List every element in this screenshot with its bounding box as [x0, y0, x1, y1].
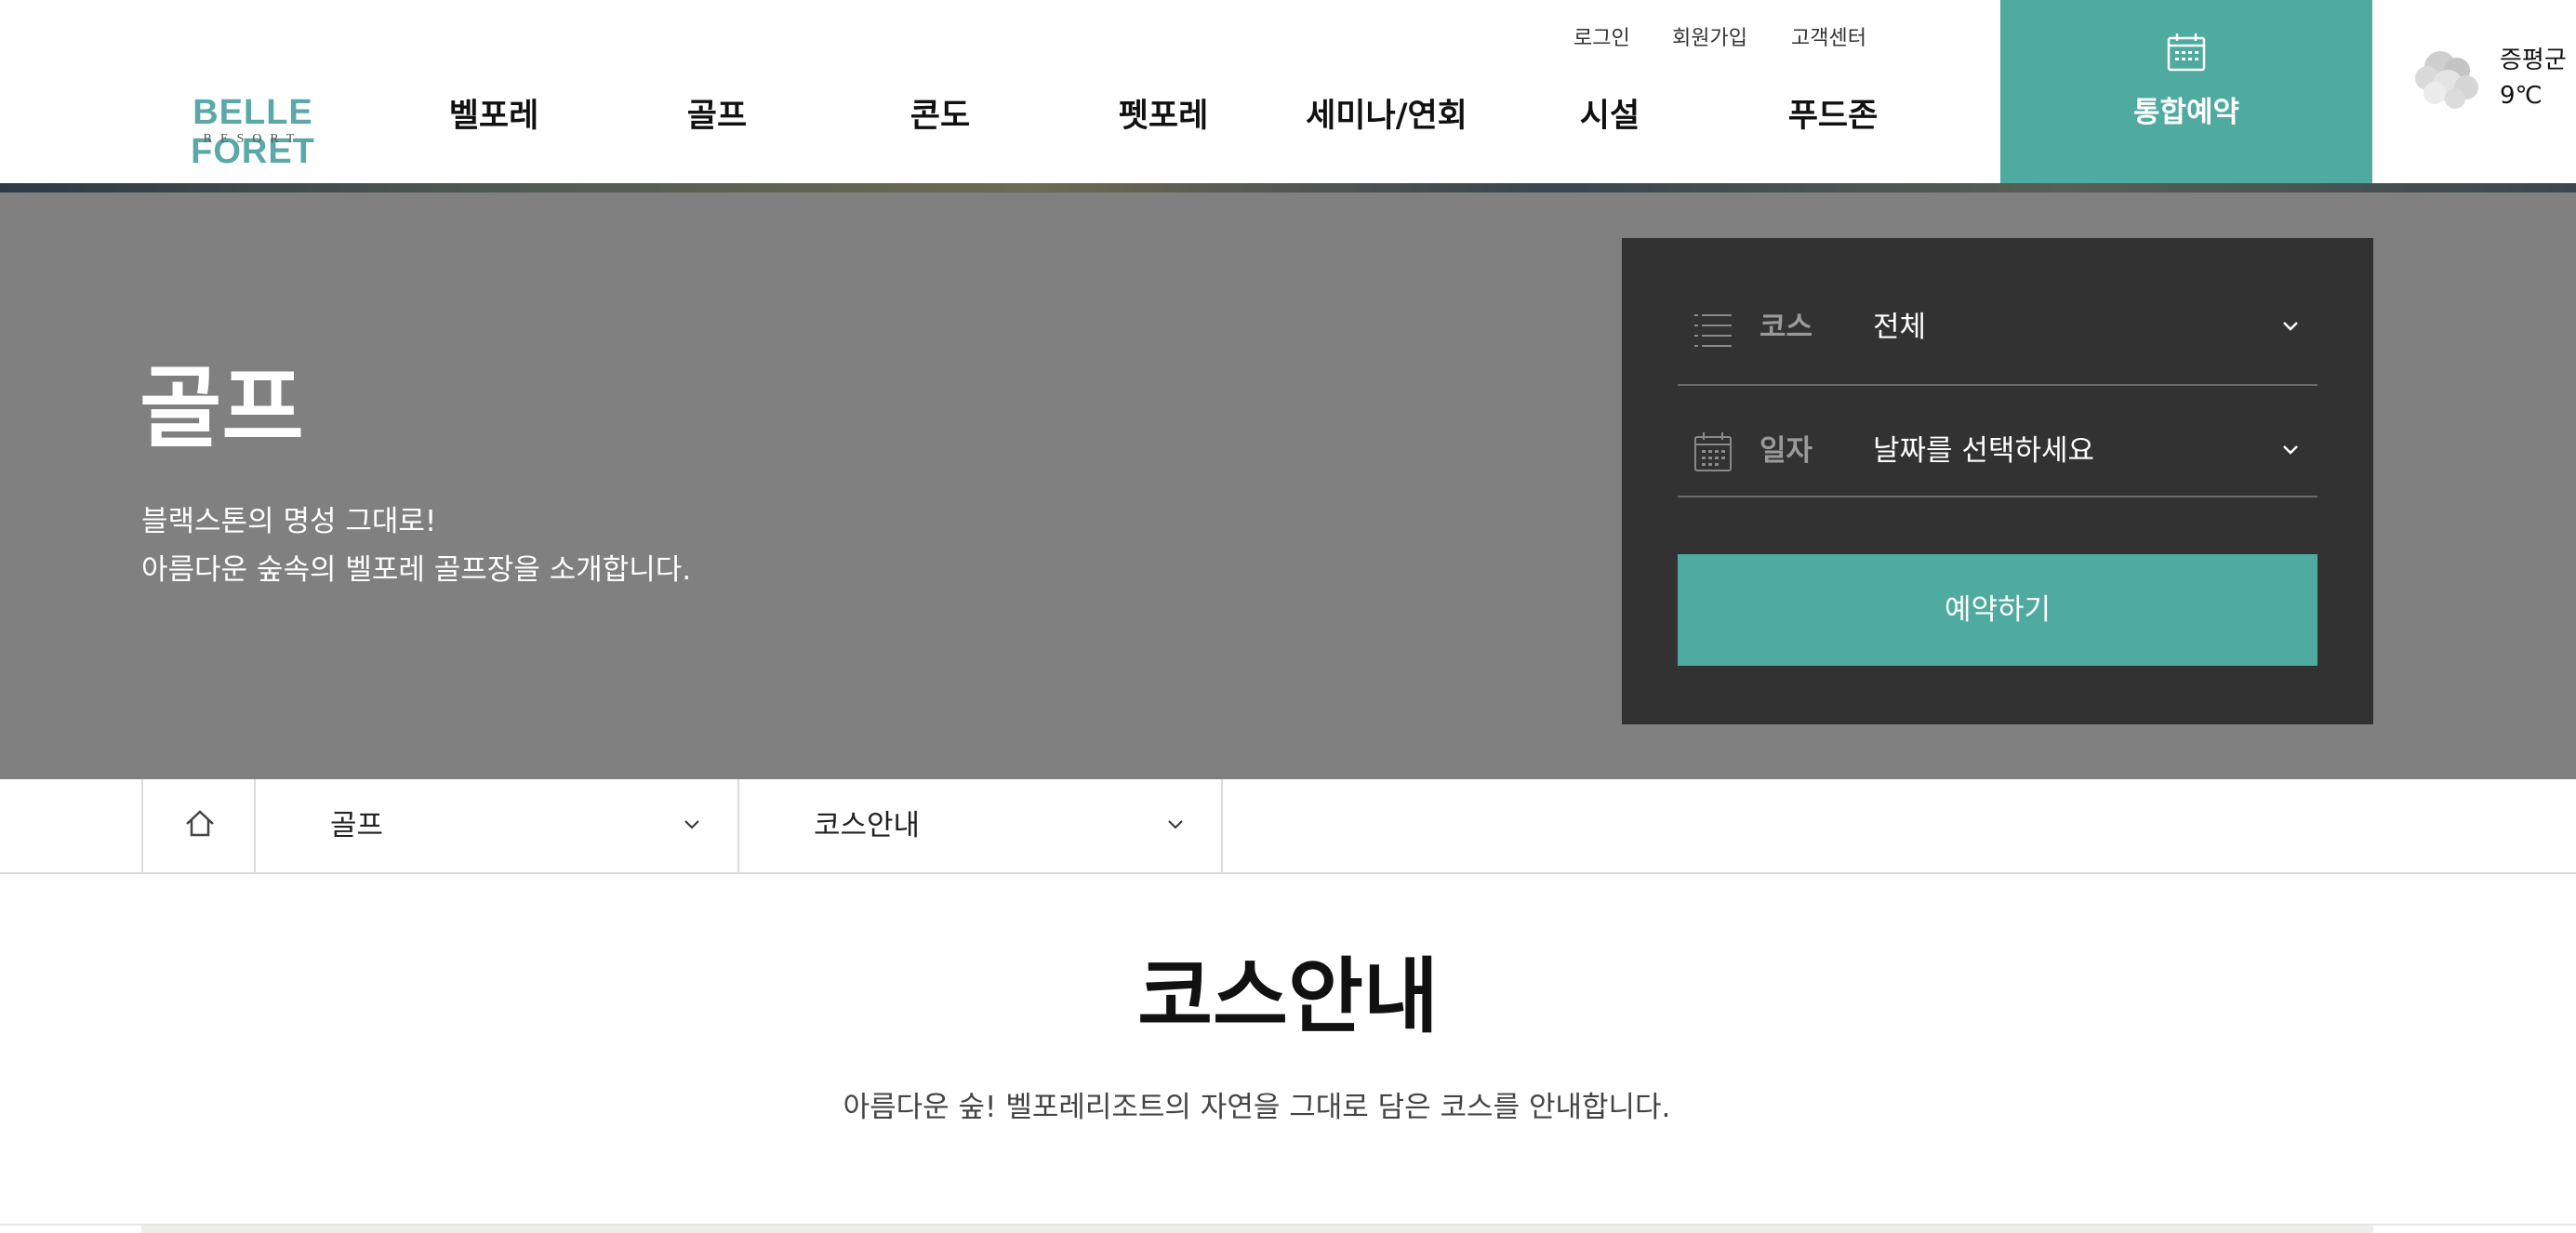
breadcrumb: 골프 코스안내	[0, 779, 2576, 874]
breadcrumb-level2-label: 코스안내	[814, 809, 921, 842]
login-link[interactable]: 로그인	[1573, 24, 1630, 54]
nav-item-petforet[interactable]: 펫포레	[1061, 93, 1266, 139]
home-button[interactable]	[141, 779, 256, 872]
hero-title: 골프	[139, 356, 304, 460]
page-description: 아름다운 숲! 벨포레리조트의 자연을 그대로 담은 코스를 안내합니다.	[843, 1091, 1671, 1124]
chevron-down-icon	[1168, 820, 1183, 829]
chevron-down-icon	[684, 820, 699, 829]
list-icon	[1694, 314, 1732, 347]
nav-item-facilities[interactable]: 시설	[1507, 93, 1712, 139]
hero-image-strip	[0, 183, 2576, 192]
weather-location: 증평군	[2500, 46, 2567, 74]
logo-sub-text: RESORT	[203, 132, 303, 146]
chevron-down-icon	[2283, 322, 2298, 331]
calendar-icon	[2167, 33, 2206, 72]
reserve-label: 통합예약	[2132, 96, 2240, 129]
date-value: 날짜를 선택하세요	[1873, 434, 2095, 468]
signup-link[interactable]: 회원가입	[1672, 24, 1747, 54]
course-label: 코스	[1759, 311, 1813, 344]
nav-item-golf[interactable]: 골프	[615, 93, 819, 139]
breadcrumb-level2-select[interactable]: 코스안내	[739, 779, 1223, 872]
nav-item-seminar[interactable]: 세미나/연회	[1284, 93, 1489, 139]
site-header: BELLE FORET RESORT 로그인 회원가입 고객센터 벨포레 골프 …	[0, 0, 2576, 183]
content-section-top	[141, 1226, 2373, 1233]
integrated-reservation-button[interactable]: 통합예약	[2000, 0, 2372, 183]
date-select[interactable]: 일자 날짜를 선택하세요	[1678, 386, 2317, 497]
cloud-icon	[2415, 51, 2478, 109]
page-title: 코스안내	[1137, 948, 1439, 1044]
hero-banner: 골프 블랙스톤의 명성 그대로! 아름다운 숲속의 벨포레 골프장을 소개합니다…	[0, 192, 2576, 779]
nav-item-condo[interactable]: 콘도	[838, 93, 1042, 139]
golf-booking-panel: 코스 전체 일자 날짜를 선택하세요 예약하기	[1622, 238, 2373, 724]
nav-item-foodzone[interactable]: 푸드존	[1731, 93, 1935, 139]
date-label: 일자	[1759, 434, 1813, 468]
breadcrumb-level1-select[interactable]: 골프	[256, 779, 739, 872]
breadcrumb-level1-label: 골프	[330, 809, 384, 842]
book-button[interactable]: 예약하기	[1678, 554, 2317, 666]
weather-temperature: 9℃	[2500, 82, 2543, 110]
logo[interactable]: BELLE FORET RESORT	[141, 93, 365, 171]
course-value: 전체	[1873, 311, 1927, 344]
hero-description-line1: 블랙스톤의 명성 그대로!	[141, 505, 437, 538]
chevron-down-icon	[2283, 445, 2298, 455]
home-icon	[186, 810, 214, 837]
nav-item-belleforet[interactable]: 벨포레	[392, 93, 596, 139]
hero-description-line2: 아름다운 숲속의 벨포레 골프장을 소개합니다.	[141, 553, 692, 587]
customer-center-link[interactable]: 고객센터	[1791, 24, 1866, 54]
course-select[interactable]: 코스 전체	[1678, 238, 2317, 386]
calendar-icon	[1694, 432, 1732, 471]
